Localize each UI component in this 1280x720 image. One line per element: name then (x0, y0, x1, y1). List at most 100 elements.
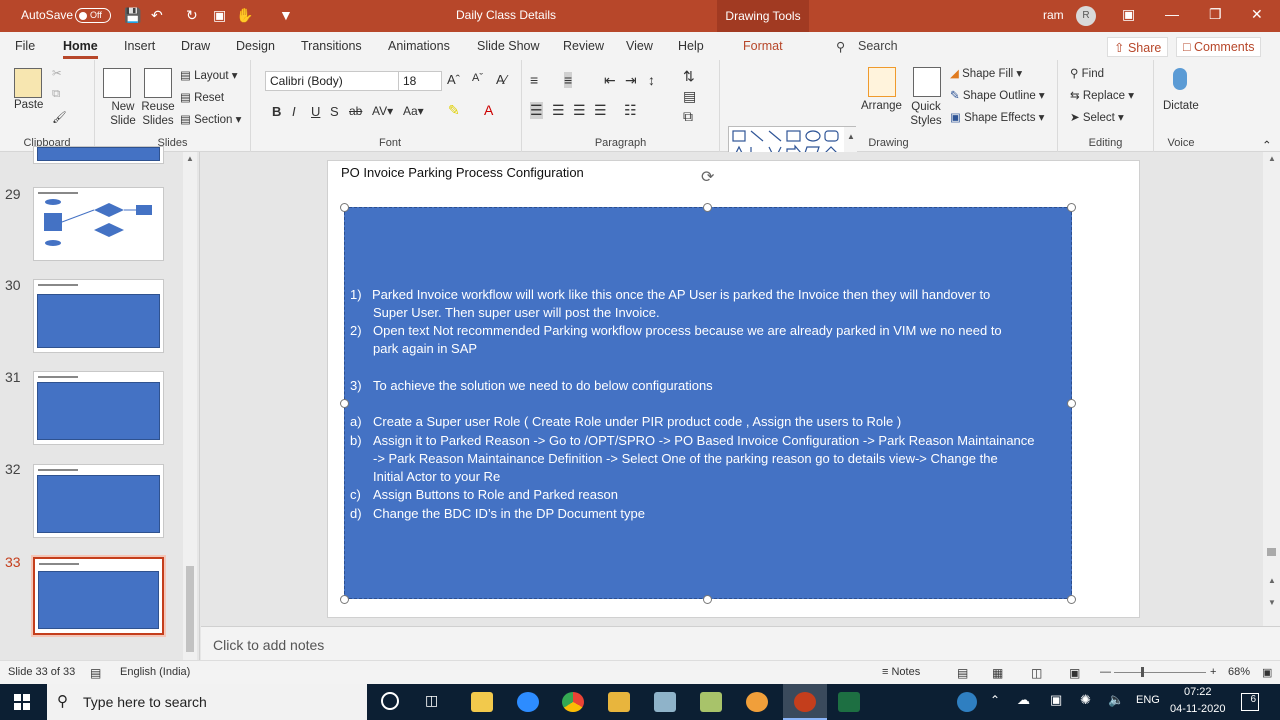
format-painter-icon[interactable]: 🖌 (52, 110, 67, 124)
tab-home[interactable]: Home (63, 39, 98, 59)
tab-file[interactable]: File (15, 39, 35, 53)
font-name-select[interactable]: Calibri (Body) (265, 71, 399, 91)
avatar[interactable]: R (1076, 6, 1096, 26)
align-left-icon[interactable]: ☰ (530, 102, 543, 119)
increase-font-icon[interactable]: Aˆ (447, 72, 460, 87)
replace-button[interactable]: ⇆ Replace ▾ (1070, 88, 1134, 102)
tab-review[interactable]: Review (563, 39, 604, 53)
tab-draw[interactable]: Draw (181, 39, 210, 53)
paste-icon[interactable] (14, 68, 42, 98)
normal-view-icon[interactable]: ▤ (957, 666, 968, 680)
taskbar-search-box[interactable]: ⚲ Type here to search (47, 684, 367, 720)
strikethrough-icon[interactable]: ab (349, 104, 362, 118)
change-case-icon[interactable]: Aa▾ (403, 104, 424, 118)
arrange-icon[interactable] (868, 67, 896, 97)
input-language[interactable]: ENG (1136, 694, 1160, 706)
resize-handle-s[interactable] (703, 595, 712, 604)
smartart-icon[interactable]: ⧉ (683, 108, 693, 125)
zoom-level[interactable]: 68% (1228, 666, 1250, 678)
rotate-handle-icon[interactable]: ⟳ (701, 167, 714, 187)
slide-thumbnail[interactable] (33, 187, 164, 261)
text-direction-icon[interactable]: ⇅ (683, 68, 695, 85)
collapse-ribbon-icon[interactable]: ⌃ (1262, 138, 1272, 152)
line-spacing-icon[interactable]: ↕ (648, 72, 655, 88)
dictate-button[interactable]: Dictate (1163, 100, 1199, 112)
decrease-indent-icon[interactable]: ⇤ (604, 72, 616, 89)
underline-icon[interactable]: U (311, 104, 320, 119)
shape-outline-button[interactable]: ✎ Shape Outline ▾ (950, 88, 1045, 102)
section-button[interactable]: ▤ Section ▾ (180, 112, 241, 126)
search-label[interactable]: Search (858, 39, 898, 53)
minimize-icon[interactable]: — (1165, 6, 1179, 22)
fit-slide-icon[interactable]: ▣ (1262, 666, 1272, 679)
tab-view[interactable]: View (626, 39, 653, 53)
app-icon[interactable] (654, 692, 676, 712)
file-explorer-icon[interactable] (471, 692, 493, 712)
font-size-select[interactable]: 18 (398, 71, 442, 91)
quick-styles-button[interactable]: Quick Styles (906, 100, 946, 128)
shape-effects-button[interactable]: ▣ Shape Effects ▾ (950, 110, 1044, 124)
thumbnail-scrollbar[interactable]: ▲ (183, 152, 197, 660)
network-icon[interactable]: ▣ (1050, 692, 1062, 708)
font-color-icon[interactable]: A (484, 102, 493, 118)
cut-icon[interactable]: ✂ (52, 66, 62, 80)
redo-icon[interactable]: ↻ (186, 7, 198, 24)
align-right-icon[interactable]: ☰ (573, 102, 586, 119)
select-button[interactable]: ➤ Select ▾ (1070, 110, 1124, 124)
wifi-icon[interactable]: ✺ (1080, 692, 1091, 708)
tab-help[interactable]: Help (678, 39, 704, 53)
windows-start-icon[interactable] (14, 694, 30, 710)
resize-handle-se[interactable] (1067, 595, 1076, 604)
customize-qat-icon[interactable]: ▼ (279, 7, 293, 23)
slide-title[interactable]: PO Invoice Parking Process Configuration (341, 165, 584, 180)
bullets-icon[interactable]: ≡ (530, 72, 538, 88)
tab-slide-show[interactable]: Slide Show (477, 39, 540, 53)
cortana-icon[interactable] (381, 692, 399, 710)
find-button[interactable]: ⚲ Find (1070, 66, 1104, 80)
chrome-icon[interactable] (562, 692, 584, 712)
char-spacing-icon[interactable]: AV▾ (372, 104, 393, 118)
tray-overflow-icon[interactable]: ⌃ (990, 693, 1000, 707)
ribbon-display-icon[interactable]: ▣ (1122, 6, 1135, 23)
accessibility-icon[interactable]: ▤ (90, 666, 101, 680)
canvas-scrollbar[interactable]: ▲ ▲ ▼ (1263, 152, 1280, 626)
slide-thumbnail[interactable] (33, 464, 164, 538)
content-shape[interactable] (344, 207, 1072, 599)
volume-icon[interactable]: 🔈 (1108, 692, 1124, 708)
highlight-icon[interactable]: ✎ (448, 102, 460, 119)
reuse-slides-icon[interactable] (144, 68, 172, 98)
zoom-slider[interactable] (1114, 672, 1206, 673)
slide-sorter-icon[interactable]: ▦ (992, 666, 1003, 680)
new-slide-icon[interactable] (103, 68, 131, 98)
bold-icon[interactable]: B (272, 104, 281, 119)
comments-button[interactable]: □ Comments (1176, 37, 1262, 57)
resize-handle-ne[interactable] (1067, 203, 1076, 212)
excel-icon[interactable] (838, 692, 860, 712)
language-status[interactable]: English (India) (120, 666, 190, 678)
help-icon[interactable] (957, 692, 977, 712)
search-icon[interactable]: ⚲ (836, 39, 845, 54)
notification-center-icon[interactable]: 6 (1241, 693, 1259, 711)
touch-mode-icon[interactable]: ✋ (236, 7, 253, 24)
align-text-icon[interactable]: ▤ (683, 88, 696, 105)
columns-icon[interactable]: ☷ (624, 102, 637, 119)
slide-thumbnail-28[interactable] (33, 146, 164, 164)
quick-styles-icon[interactable] (913, 67, 941, 97)
shape-fill-button[interactable]: ◢ Shape Fill ▾ (950, 66, 1022, 80)
tab-insert[interactable]: Insert (124, 39, 155, 53)
app-icon[interactable] (608, 692, 630, 712)
zoom-app-icon[interactable] (517, 692, 539, 712)
italic-icon[interactable]: I (292, 104, 296, 119)
reset-button[interactable]: ▤ Reset (180, 90, 224, 104)
save-icon[interactable]: 💾 (124, 7, 141, 24)
app-icon[interactable] (746, 692, 768, 712)
slideshow-view-icon[interactable]: ▣ (1069, 666, 1080, 680)
tab-animations[interactable]: Animations (388, 39, 450, 53)
paste-button[interactable]: Paste (14, 99, 43, 111)
autosave-toggle[interactable]: Off (75, 8, 111, 23)
clear-formatting-icon[interactable]: A∕ (496, 72, 507, 87)
from-beginning-icon[interactable]: ▣ (213, 7, 226, 24)
share-button[interactable]: ⇧ Share (1107, 37, 1169, 57)
reading-view-icon[interactable]: ◫ (1031, 666, 1042, 680)
close-icon[interactable]: ✕ (1251, 6, 1263, 23)
